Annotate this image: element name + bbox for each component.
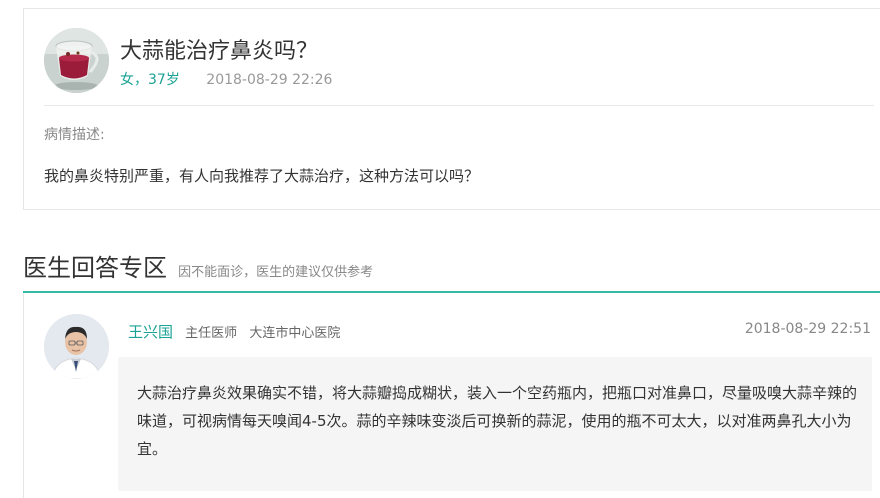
doctor-avatar[interactable]	[44, 314, 109, 379]
question-time: 2018-08-29 22:26	[206, 72, 333, 88]
divider	[44, 105, 874, 106]
answers-section-title: 医生回答专区	[23, 254, 167, 282]
answers-heading: 医生回答专区 因不能面诊，医生的建议仅供参考	[23, 248, 373, 283]
doctor-photo	[44, 314, 109, 379]
question-title: 大蒜能治疗鼻炎吗？	[120, 39, 319, 64]
answer-text: 大蒜治疗鼻炎效果确实不错，将大蒜瓣捣成糊状，装入一个空药瓶内，把瓶口对准鼻口，尽…	[137, 384, 858, 458]
answer-content-box: 大蒜治疗鼻炎效果确实不错，将大蒜瓣捣成糊状，装入一个空药瓶内，把瓶口对准鼻口，尽…	[118, 357, 872, 491]
doctor-hospital: 大连市中心医院	[249, 326, 341, 341]
description-text: 我的鼻炎特别严重，有人向我推荐了大蒜治疗，这种方法可以吗？	[44, 167, 480, 185]
doctor-name[interactable]: 王兴国	[128, 323, 173, 341]
answer-card: 王兴国 主任医师 大连市中心医院 2018-08-29 22:51 大蒜治疗鼻炎…	[23, 293, 880, 498]
tea-cup-image	[44, 28, 109, 93]
doctor-meta: 王兴国 主任医师 大连市中心医院	[128, 321, 340, 342]
patient-info: 女，37岁	[120, 72, 180, 88]
question-meta: 女，37岁 2018-08-29 22:26	[120, 69, 332, 89]
doctor-title: 主任医师	[185, 326, 238, 341]
patient-avatar	[44, 28, 109, 93]
description-label: 病情描述:	[44, 127, 105, 143]
question-card: 大蒜能治疗鼻炎吗？ 女，37岁 2018-08-29 22:26 病情描述: 我…	[23, 8, 880, 210]
answer-time: 2018-08-29 22:51	[744, 321, 871, 337]
answers-section-note: 因不能面诊，医生的建议仅供参考	[178, 265, 374, 280]
